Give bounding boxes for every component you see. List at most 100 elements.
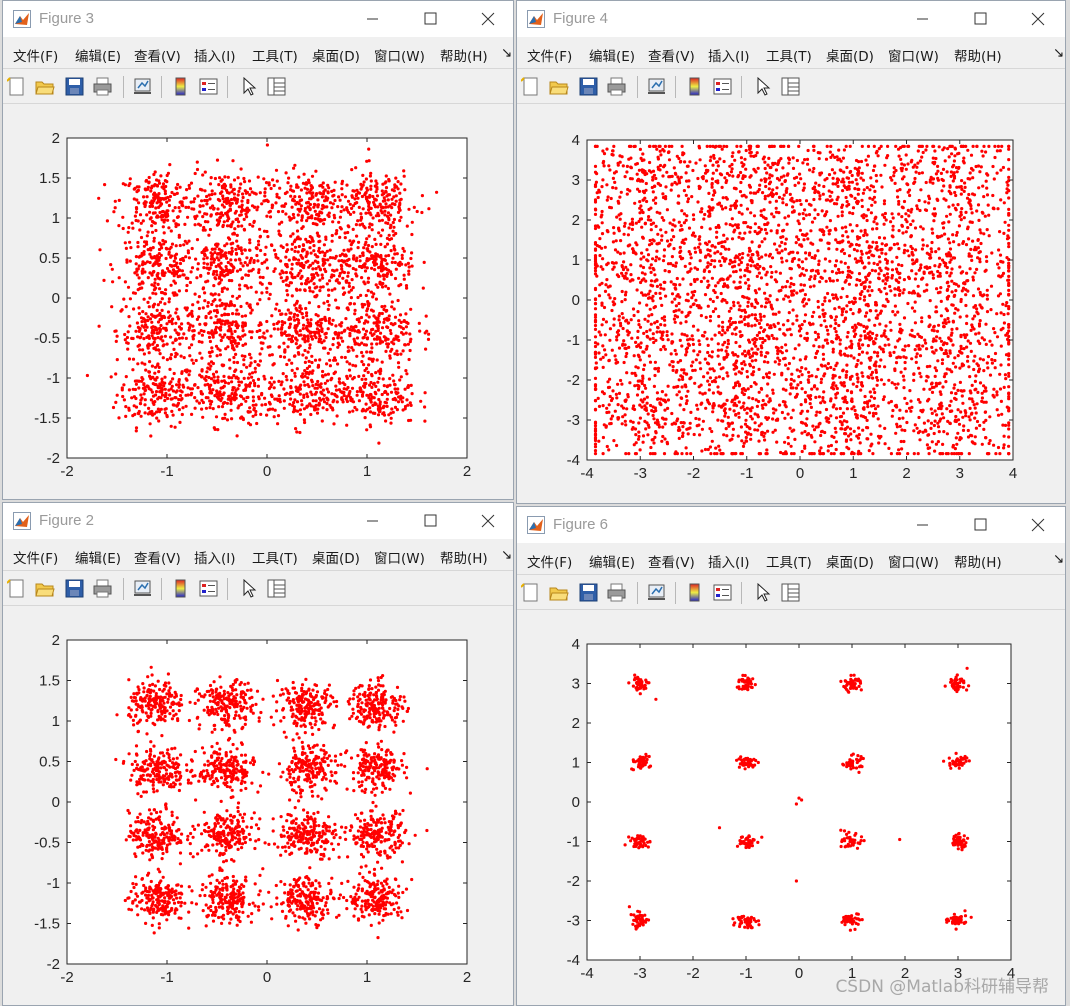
data-point: [310, 185, 314, 189]
data-point: [158, 210, 162, 215]
menu-item[interactable]: 查看(V): [134, 45, 181, 65]
data-point: [725, 345, 729, 349]
property-inspector-icon[interactable]: [781, 77, 801, 97]
data-point: [143, 398, 147, 402]
data-point: [302, 393, 306, 397]
data-point: [220, 249, 224, 253]
insert-colorbar-icon[interactable]: [171, 77, 191, 97]
new-figure-icon[interactable]: [6, 77, 27, 97]
title-bar[interactable]: Figure 3: [3, 1, 513, 37]
data-point: [296, 274, 300, 278]
data-point: [640, 225, 644, 229]
data-point: [713, 245, 717, 249]
minimize-button[interactable]: [901, 1, 947, 37]
new-figure-icon[interactable]: [520, 77, 541, 97]
arrow-icon[interactable]: ↘: [501, 45, 512, 61]
data-point: [150, 224, 154, 228]
data-point: [180, 370, 184, 374]
edit-plot-arrow-icon[interactable]: [753, 76, 773, 97]
open-file-icon[interactable]: [549, 77, 569, 97]
arrow-icon[interactable]: ↘: [1053, 45, 1064, 61]
insert-legend-icon[interactable]: [199, 77, 219, 97]
close-button[interactable]: [1015, 1, 1061, 37]
insert-colorbar-icon[interactable]: [685, 77, 705, 97]
link-plot-icon[interactable]: [133, 77, 153, 97]
data-point: [290, 247, 294, 251]
data-point: [790, 452, 794, 456]
data-point: [158, 390, 162, 394]
menu-item[interactable]: 文件(F): [527, 45, 572, 65]
menu-item[interactable]: 文件(F): [13, 45, 58, 65]
data-point: [209, 214, 213, 218]
data-point: [228, 237, 232, 241]
data-point: [649, 263, 653, 267]
data-point: [615, 443, 619, 448]
menu-item[interactable]: 桌面(D): [826, 45, 874, 65]
close-button[interactable]: [465, 1, 511, 37]
data-point: [313, 392, 317, 396]
data-point: [657, 241, 661, 245]
data-point: [320, 218, 324, 222]
menu-item[interactable]: 工具(T): [766, 45, 812, 65]
data-point: [708, 144, 712, 148]
menu-item[interactable]: 窗口(W): [374, 45, 425, 65]
data-point: [289, 194, 293, 198]
data-point: [348, 334, 352, 338]
data-point: [375, 187, 379, 191]
data-point: [268, 292, 272, 296]
figure-window[interactable]: Figure 4 文件(F) 编辑(E) 查看(V) 插入(I) 工具(T) 桌面(D) 窗…: [516, 0, 1066, 504]
data-point: [337, 281, 341, 285]
plot-area[interactable]: -2 -1 0 1 2 2 1.5 1 0.5 0 -0.5 -1 -1.5 -2: [3, 103, 513, 499]
data-point: [139, 221, 143, 225]
title-bar[interactable]: Figure 4: [517, 1, 1065, 37]
save-icon[interactable]: [65, 77, 85, 97]
menu-item[interactable]: 插入(I): [708, 45, 750, 65]
data-point: [371, 411, 375, 415]
data-point: [610, 348, 614, 352]
data-point: [661, 425, 665, 429]
menu-item[interactable]: 窗口(W): [888, 45, 939, 65]
minimize-button[interactable]: [351, 1, 397, 37]
data-point: [170, 409, 174, 413]
data-point: [634, 221, 638, 225]
figure-window[interactable]: Figure 3 文件(F) 编辑(E) 查看(V) 插入(I) 工具(T) 桌面(D) 窗…: [2, 0, 514, 500]
data-point: [163, 292, 167, 296]
maximize-button[interactable]: [408, 1, 454, 37]
menu-item[interactable]: 工具(T): [252, 45, 298, 65]
open-file-icon[interactable]: [35, 77, 55, 97]
print-icon[interactable]: [93, 77, 113, 97]
data-point: [706, 350, 710, 355]
data-point: [321, 388, 325, 392]
data-point: [368, 383, 372, 387]
data-point: [352, 302, 356, 306]
data-point: [753, 313, 757, 317]
data-point: [161, 381, 165, 385]
data-point: [636, 336, 640, 340]
print-icon[interactable]: [607, 77, 627, 97]
data-point: [282, 341, 286, 345]
menu-item[interactable]: 插入(I): [194, 45, 236, 65]
data-point: [617, 314, 621, 318]
plot-area[interactable]: -4 -3 -2 -1 0 1 2 3 4 4 3 2 1 0 -1 -2 -3 -4: [517, 103, 1065, 503]
data-point: [377, 441, 381, 445]
link-plot-icon[interactable]: [647, 77, 667, 97]
data-point: [149, 189, 153, 193]
data-point: [740, 256, 744, 260]
edit-plot-arrow-icon[interactable]: [239, 76, 259, 97]
menu-item[interactable]: 查看(V): [648, 45, 695, 65]
data-point: [800, 387, 804, 391]
insert-legend-icon[interactable]: [713, 77, 733, 97]
menu-item[interactable]: 帮助(H): [440, 45, 488, 65]
data-point: [347, 225, 351, 229]
menu-item[interactable]: 编辑(E): [589, 45, 635, 65]
data-point: [213, 276, 217, 280]
save-icon[interactable]: [579, 77, 599, 97]
property-inspector-icon[interactable]: [267, 77, 287, 97]
menu-item[interactable]: 桌面(D): [312, 45, 360, 65]
data-point: [167, 297, 171, 301]
data-point: [412, 205, 416, 209]
menu-item[interactable]: 帮助(H): [954, 45, 1002, 65]
data-point: [231, 241, 235, 245]
maximize-button[interactable]: [958, 1, 1004, 37]
menu-item[interactable]: 编辑(E): [75, 45, 121, 65]
